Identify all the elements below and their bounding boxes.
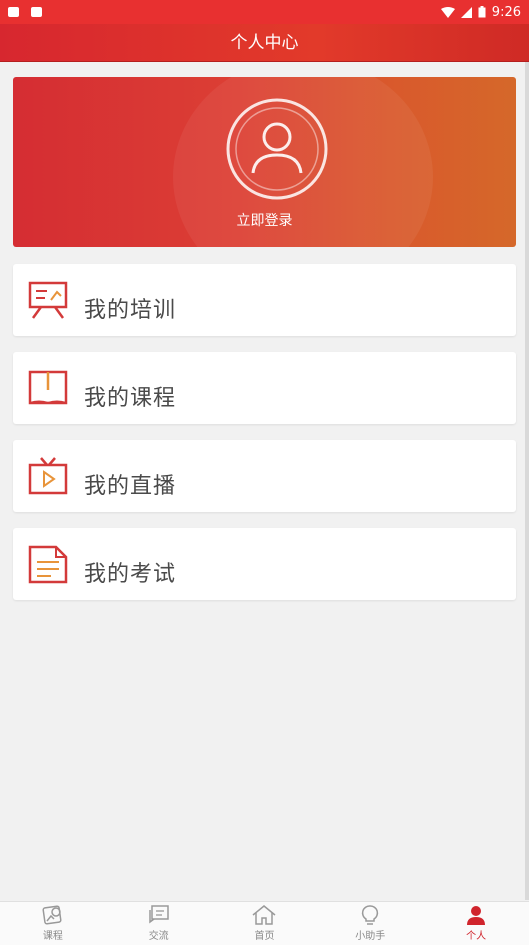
- tab-label: 首页: [254, 931, 275, 942]
- page-title: 个人中心: [0, 24, 529, 62]
- tab-chat[interactable]: 交流: [106, 902, 212, 945]
- menu-item-label: 我的培训: [84, 298, 177, 323]
- tab-label: 小助手: [355, 931, 386, 942]
- wifi-icon: [440, 6, 455, 18]
- chat-icon: [148, 905, 169, 924]
- notification-app-icon: [8, 7, 19, 17]
- tab-label: 课程: [42, 931, 63, 942]
- home-icon: [253, 905, 276, 925]
- tab-profile[interactable]: 个人: [423, 902, 529, 945]
- status-time: 9:26: [491, 4, 521, 20]
- notification-icons: [8, 7, 42, 17]
- course-icon: [42, 905, 62, 925]
- book-icon: [28, 370, 68, 405]
- status-bar: 9:26: [0, 0, 529, 24]
- training-board-icon: [28, 281, 68, 319]
- bottom-tab-bar: 课程 交流 首页 小助手 个人: [0, 901, 529, 945]
- tab-label: 交流: [148, 931, 169, 942]
- login-link[interactable]: 立即登录: [13, 210, 516, 230]
- tv-live-icon: [28, 457, 68, 495]
- lightbulb-icon: [362, 905, 379, 925]
- tab-label: 个人: [466, 931, 487, 942]
- menu-item-label: 我的课程: [84, 386, 177, 411]
- tab-assistant[interactable]: 小助手: [317, 902, 423, 945]
- avatar-icon[interactable]: [225, 97, 329, 201]
- profile-banner: 立即登录: [13, 77, 516, 247]
- tab-courses[interactable]: 课程: [0, 902, 106, 945]
- menu-item-courses[interactable]: 我的课程: [13, 352, 516, 424]
- scrollbar[interactable]: [525, 62, 529, 900]
- signal-icon: [460, 6, 472, 18]
- menu-item-exams[interactable]: 我的考试: [13, 528, 516, 600]
- battery-icon: [478, 6, 486, 18]
- menu-item-label: 我的直播: [84, 474, 177, 499]
- menu-item-training[interactable]: 我的培训: [13, 264, 516, 336]
- person-icon: [467, 906, 486, 925]
- menu-item-label: 我的考试: [84, 562, 177, 587]
- menu-item-live[interactable]: 我的直播: [13, 440, 516, 512]
- exam-document-icon: [28, 545, 68, 584]
- tab-home[interactable]: 首页: [212, 902, 318, 945]
- notification-image-icon: [31, 7, 42, 17]
